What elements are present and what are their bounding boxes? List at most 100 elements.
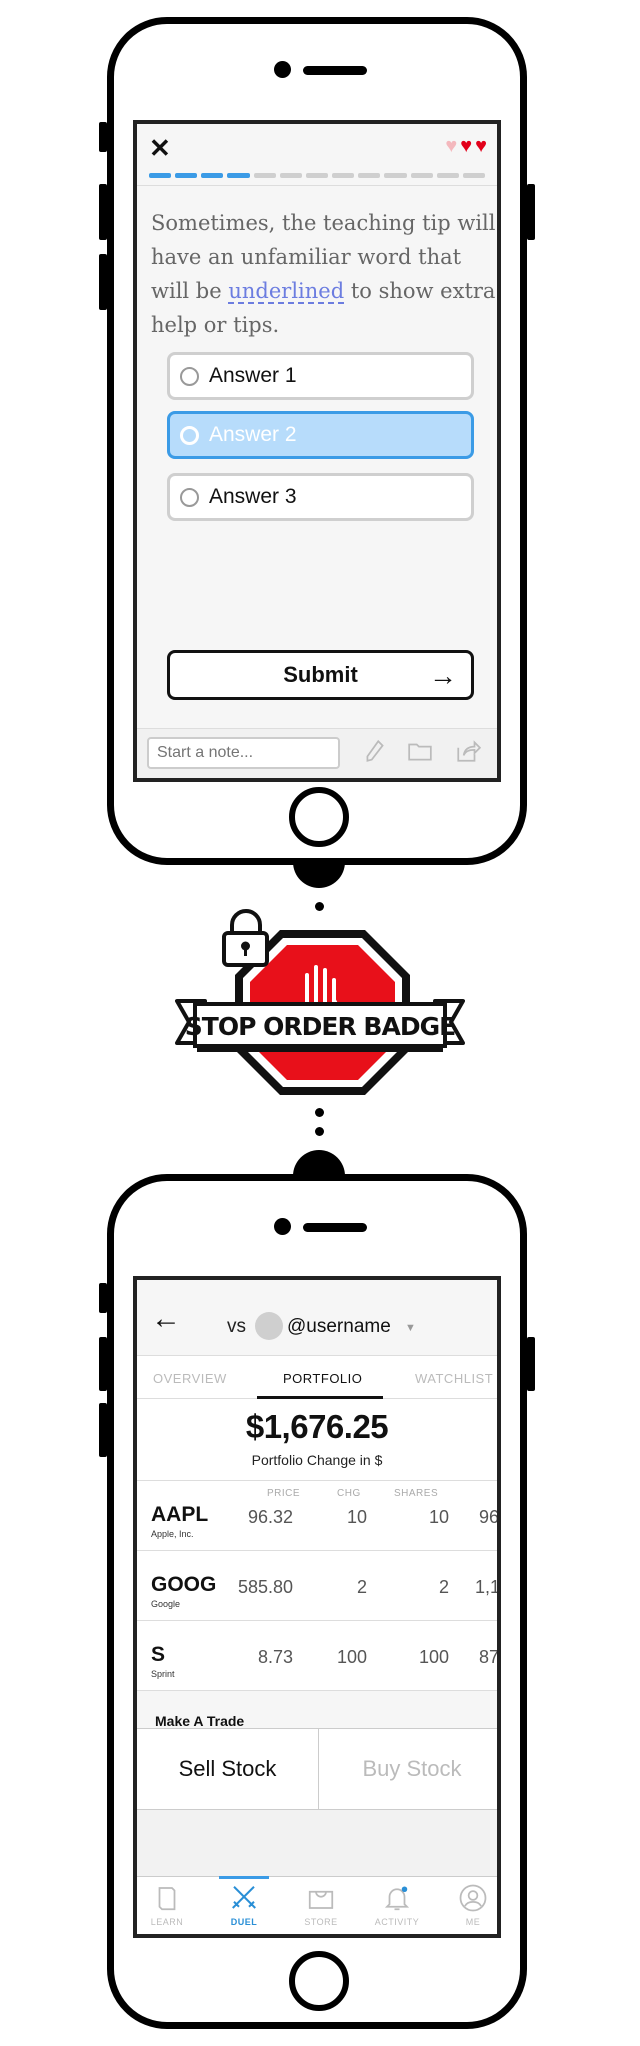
stock-value: 1,17: [475, 1577, 501, 1597]
arrow-right-icon: →: [429, 660, 457, 691]
progress-segment: [149, 173, 172, 178]
progress-segment: [462, 173, 486, 178]
stock-company: Sprint: [151, 1669, 175, 1679]
lesson-phone: ✕ ♥ ♥ ♥ Sometimes, the teaching tip will…: [99, 17, 535, 865]
duel-header: ← vs @username ▼: [137, 1280, 497, 1355]
opponent-username-dropdown[interactable]: @username: [287, 1316, 391, 1338]
earpiece-speaker: [303, 1223, 367, 1232]
duel-tabs: OVERVIEW PORTFOLIO WATCHLIST: [137, 1355, 497, 1399]
tab-overview[interactable]: OVERVIEW: [153, 1371, 227, 1386]
nav-store[interactable]: STORE: [291, 1883, 351, 1927]
radio-button[interactable]: [180, 425, 199, 445]
progress-segment: [410, 173, 433, 178]
bottom-tab-bar: LEARN DUEL STORE ACTIVITY ME: [137, 1876, 497, 1934]
stock-shares: 10: [428, 1507, 449, 1527]
badge-label: STOP ORDER BADGE: [185, 1012, 455, 1041]
underlined-word-link[interactable]: underlined: [228, 279, 344, 303]
home-button[interactable]: [289, 1951, 349, 2011]
answer-option-2[interactable]: Answer 2: [167, 411, 474, 459]
nav-label: DUEL: [230, 1917, 258, 1927]
progress-segment: [358, 173, 381, 178]
nav-me[interactable]: ME: [443, 1883, 497, 1927]
share-icon[interactable]: [455, 738, 481, 764]
stock-company: Google: [151, 1599, 181, 1609]
stock-value: 87: [479, 1647, 500, 1667]
answer-label: Answer 3: [209, 485, 297, 508]
bell-icon: [384, 1886, 410, 1911]
nav-duel[interactable]: DUEL: [214, 1883, 274, 1927]
home-button[interactable]: [289, 787, 349, 847]
stock-ticker: AAPL: [151, 1503, 209, 1526]
nav-label: ME: [465, 1917, 481, 1927]
make-a-trade-heading: Make A Trade: [155, 1713, 245, 1729]
nav-activity[interactable]: ACTIVITY: [367, 1883, 427, 1927]
padlock-icon: [222, 909, 269, 967]
nav-learn[interactable]: LEARN: [137, 1883, 197, 1927]
stock-price: 96.32: [247, 1507, 293, 1527]
duel-phone: ← vs @username ▼ OVERVIEW PORTFOLIO WATC…: [99, 1174, 535, 2029]
sell-stock-button[interactable]: Sell Stock: [137, 1729, 319, 1809]
column-header-shares: SHARES: [394, 1488, 439, 1499]
volume-up-button: [99, 184, 107, 240]
note-toolbar: [137, 728, 497, 778]
progress-segment: [201, 173, 224, 178]
trade-buttons: Sell Stock Buy Stock: [137, 1728, 497, 1810]
stock-row[interactable]: S Sprint 8.73 100 100 87: [137, 1620, 500, 1690]
active-tab-indicator: [219, 1876, 269, 1879]
duel-screen: ← vs @username ▼ OVERVIEW PORTFOLIO WATC…: [133, 1276, 501, 1938]
pencil-icon[interactable]: [362, 738, 388, 764]
buy-stock-button[interactable]: Buy Stock: [319, 1729, 497, 1809]
answer-label: Answer 1: [209, 364, 297, 387]
tab-portfolio[interactable]: PORTFOLIO: [283, 1371, 362, 1386]
power-button: [527, 184, 535, 240]
stock-value: 96: [479, 1507, 500, 1527]
note-input[interactable]: [147, 737, 340, 769]
submit-button[interactable]: Submit →: [167, 650, 474, 700]
back-arrow-icon[interactable]: ←: [151, 1302, 181, 1336]
power-button: [527, 1337, 535, 1391]
active-tab-indicator: [257, 1396, 383, 1399]
empty-content-area: [137, 1810, 497, 1884]
answer-option-1[interactable]: Answer 1: [167, 352, 474, 400]
progress-segment: [384, 173, 407, 178]
close-icon[interactable]: ✕: [149, 133, 171, 164]
chevron-down-icon[interactable]: ▼: [405, 1322, 416, 1334]
stock-company: Apple, Inc.: [151, 1529, 194, 1539]
submit-label: Submit: [283, 662, 358, 687]
answer-label: Answer 2: [209, 423, 297, 446]
radio-button[interactable]: [180, 487, 199, 507]
stop-order-badge: STOP ORDER BADGE: [175, 909, 465, 1095]
heart-icon: ♥: [475, 135, 487, 157]
connector-notch: [293, 860, 345, 888]
vs-label: vs: [227, 1316, 246, 1337]
stock-ticker: S: [151, 1643, 166, 1666]
progress-segment: [332, 173, 355, 178]
stock-change: 2: [356, 1577, 367, 1597]
sell-stock-label: Sell Stock: [178, 1756, 277, 1781]
stock-shares: 100: [418, 1647, 449, 1667]
tab-watchlist[interactable]: WATCHLIST: [415, 1371, 493, 1386]
progress-segment: [305, 173, 329, 178]
portfolio-total: $1,676.25: [245, 1408, 389, 1445]
lives-hearts: ♥ ♥ ♥: [445, 136, 487, 156]
opponent-avatar: [255, 1312, 283, 1340]
column-header-price: PRICE: [267, 1488, 301, 1499]
heart-icon: ♥: [460, 135, 473, 157]
volume-down-button: [99, 254, 107, 310]
portfolio-total-label: Portfolio Change in $: [251, 1452, 383, 1468]
stock-price: 585.80: [237, 1577, 293, 1597]
buy-stock-label: Buy Stock: [362, 1756, 462, 1781]
stock-change: 100: [336, 1647, 367, 1667]
teaching-tip: Sometimes, the teaching tip will have an…: [151, 206, 496, 342]
stock-row[interactable]: GOOG Google 585.80 2 2 1,17: [137, 1550, 501, 1620]
store-bag-icon: [308, 1890, 334, 1909]
mute-switch: [99, 1283, 107, 1313]
stock-row[interactable]: PRICE CHG SHARES AAPL Apple, Inc. 96.32 …: [137, 1480, 500, 1550]
lesson-header: ✕ ♥ ♥ ♥: [137, 124, 497, 186]
radio-button[interactable]: [180, 366, 199, 386]
folder-icon[interactable]: [407, 738, 433, 764]
mute-switch: [99, 122, 107, 152]
answer-option-3[interactable]: Answer 3: [167, 473, 474, 521]
stock-shares: 2: [438, 1577, 449, 1597]
front-camera: [274, 61, 291, 78]
